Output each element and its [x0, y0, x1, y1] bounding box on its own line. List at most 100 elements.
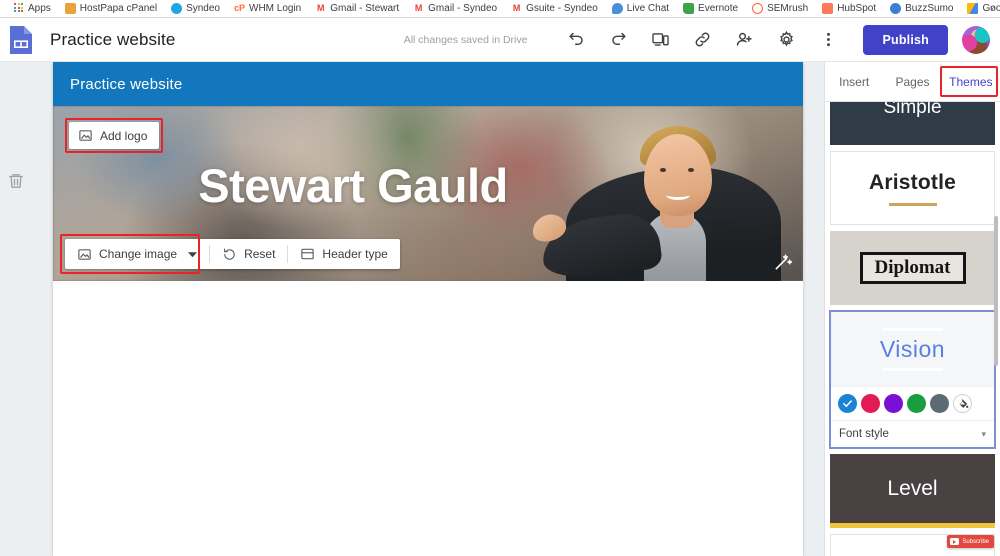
- bookmark-label: HostPapa cPanel: [79, 2, 158, 14]
- change-image-button[interactable]: Change image: [65, 239, 209, 269]
- google-sites-icon[interactable]: [8, 25, 34, 55]
- publish-button[interactable]: Publish: [863, 24, 948, 55]
- tab-pages[interactable]: Pages: [883, 62, 941, 102]
- gmail-icon: M: [512, 3, 521, 13]
- browser-bookmarks-bar: Apps HostPapa cPanel Syndeo cP WHM Login…: [0, 0, 1000, 18]
- banner-edit-toolbar: Change image Reset Header type: [65, 239, 400, 269]
- bookmark-label: HubSpot: [837, 2, 877, 14]
- color-swatch-slate[interactable]: [930, 394, 949, 413]
- header-type-button[interactable]: Header type: [288, 239, 399, 269]
- trash-icon[interactable]: [7, 172, 25, 190]
- theme-card-aristotle[interactable]: Aristotle: [829, 150, 996, 226]
- youtube-subscribe-label: Subscribe: [962, 538, 989, 545]
- theme-accent-rule: [882, 327, 943, 331]
- bookmark-buzzsumo[interactable]: BuzzSumo: [883, 0, 960, 18]
- theme-card-diplomat[interactable]: Diplomat: [829, 230, 996, 306]
- reset-image-button[interactable]: Reset: [210, 239, 287, 269]
- bookmark-label: WHM Login: [249, 2, 302, 14]
- theme-preview: Aristotle: [830, 151, 995, 225]
- theme-accent-rule: [888, 202, 937, 206]
- bookmark-evernote[interactable]: Evernote: [676, 0, 745, 18]
- theme-label: Aristotle: [869, 170, 956, 194]
- bookmark-whm-login[interactable]: cP WHM Login: [227, 0, 308, 18]
- youtube-subscribe-button[interactable]: Subscribe: [947, 535, 994, 548]
- theme-label: Simple: [883, 102, 942, 118]
- bookmark-label: Evernote: [698, 2, 739, 14]
- tab-themes[interactable]: Themes: [942, 62, 1000, 102]
- bookmarks-overflow-button[interactable]: »: [990, 3, 996, 15]
- color-swatch-purple[interactable]: [884, 394, 903, 413]
- theme-label: Level: [887, 476, 938, 500]
- syndeo-icon: [171, 3, 183, 14]
- add-logo-button[interactable]: Add logo: [69, 122, 160, 149]
- theme-card-level[interactable]: Level: [829, 453, 996, 529]
- reset-icon: [223, 248, 235, 260]
- user-avatar[interactable]: [962, 25, 990, 54]
- settings-button[interactable]: [771, 25, 801, 55]
- bookmark-label: Gsuite - Syndeo: [526, 2, 598, 14]
- page-card: Practice website Stewart Gauld Add logo …: [53, 62, 803, 556]
- custom-color-picker-button[interactable]: [953, 394, 972, 413]
- bookmark-label: Live Chat: [626, 2, 670, 14]
- bookmark-gsuite-syndeo[interactable]: M Gsuite - Syndeo: [504, 0, 605, 18]
- add-logo-label: Add logo: [100, 128, 148, 143]
- bookmark-syndeo[interactable]: Syndeo: [164, 0, 227, 18]
- color-swatch-blue[interactable]: [838, 394, 857, 413]
- add-logo-highlight: Add logo: [65, 118, 164, 153]
- redo-button[interactable]: [603, 25, 633, 55]
- magic-wand-icon[interactable]: [773, 252, 793, 272]
- theme-label: Vision: [879, 335, 946, 362]
- bookmark-gmail-stewart[interactable]: M Gmail - Stewart: [308, 0, 406, 18]
- bookmark-hubspot[interactable]: HubSpot: [815, 0, 883, 18]
- workspace: Practice website Stewart Gauld Add logo …: [0, 62, 1000, 556]
- save-status-text: All changes saved in Drive: [403, 33, 528, 46]
- whm-icon: cP: [234, 3, 246, 13]
- bookmark-gmail-syndeo[interactable]: M Gmail - Syndeo: [406, 0, 504, 18]
- check-icon: [843, 400, 852, 407]
- bookmark-semrush[interactable]: SEMrush: [745, 0, 815, 18]
- theme-preview: Vision: [831, 312, 994, 386]
- site-banner[interactable]: Stewart Gauld Add logo Change image Rese…: [53, 106, 803, 281]
- tab-insert[interactable]: Insert: [825, 62, 883, 102]
- reset-label: Reset: [244, 247, 276, 261]
- banner-title[interactable]: Stewart Gauld: [53, 158, 803, 213]
- gmail-icon: M: [414, 3, 423, 13]
- gmail-icon: M: [317, 3, 325, 13]
- bookmark-label: Apps: [28, 2, 51, 14]
- chevron-down-icon: ▾: [981, 428, 986, 439]
- bookmark-apps[interactable]: Apps: [6, 0, 58, 18]
- evernote-icon: [683, 3, 695, 14]
- bookmark-hostpapa-cpanel[interactable]: HostPapa cPanel: [58, 0, 164, 18]
- theme-color-swatches: [831, 386, 994, 420]
- more-options-button[interactable]: [813, 25, 843, 55]
- document-title[interactable]: Practice website: [50, 30, 175, 50]
- bookmark-label: SEMrush: [767, 2, 809, 14]
- bookmark-live-chat[interactable]: Live Chat: [605, 0, 676, 18]
- undo-button[interactable]: [561, 25, 591, 55]
- theme-card-vision[interactable]: Vision Font style ▾: [829, 310, 996, 449]
- app-top-bar: Practice website All changes saved in Dr…: [0, 18, 1000, 62]
- theme-list[interactable]: Simple Aristotle Diplomat Vision Font st…: [825, 102, 1000, 556]
- image-icon: [79, 130, 92, 141]
- color-swatch-crimson[interactable]: [861, 394, 880, 413]
- hostpapa-icon: [64, 3, 76, 14]
- bookmark-label: BuzzSumo: [905, 2, 954, 14]
- site-navbar: Practice website: [53, 62, 803, 106]
- font-style-selector[interactable]: Font style ▾: [831, 420, 994, 447]
- buzzsumo-icon: [890, 3, 902, 14]
- copy-link-button[interactable]: [687, 25, 717, 55]
- left-rail: [0, 62, 32, 556]
- header-type-label: Header type: [322, 247, 388, 261]
- share-button[interactable]: [729, 25, 759, 55]
- theme-preview: Diplomat: [830, 231, 995, 305]
- theme-label: Diplomat: [859, 252, 966, 284]
- color-swatch-green[interactable]: [907, 394, 926, 413]
- image-icon: [78, 248, 91, 260]
- site-name[interactable]: Practice website: [70, 76, 182, 93]
- preview-button[interactable]: [645, 25, 675, 55]
- sidebar-scrollbar-thumb[interactable]: [994, 216, 998, 366]
- font-style-label: Font style: [839, 428, 889, 440]
- change-image-label: Change image: [99, 247, 178, 261]
- bookmark-label: Syndeo: [186, 2, 220, 14]
- theme-card-simple[interactable]: Simple: [829, 102, 996, 146]
